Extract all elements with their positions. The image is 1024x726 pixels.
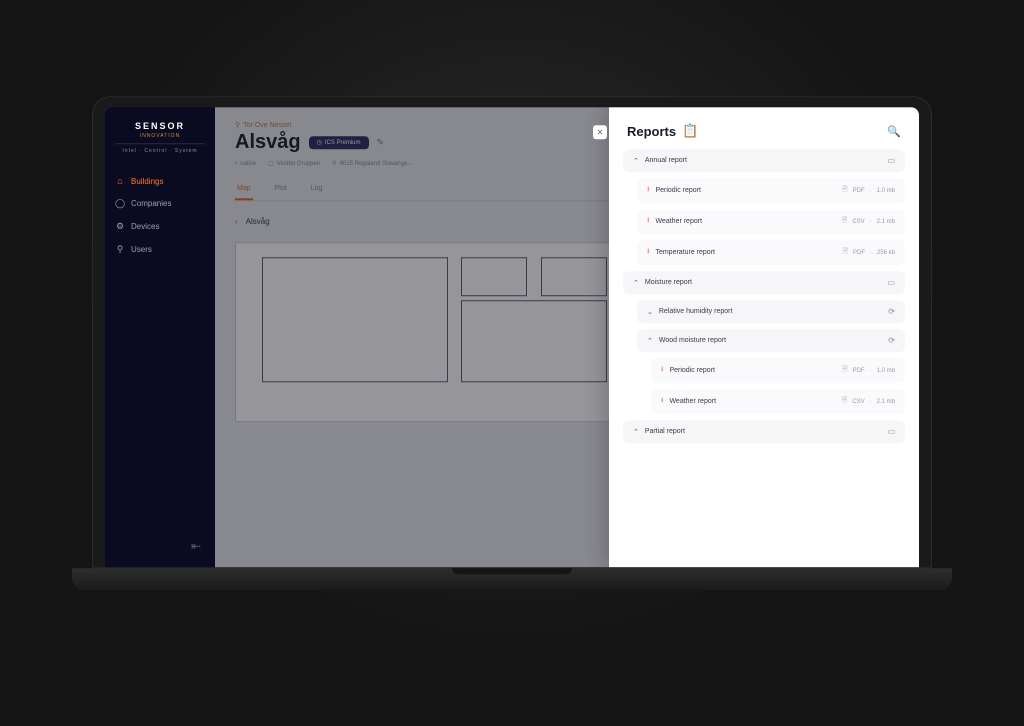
chevron-icon: ⌃ <box>633 157 639 165</box>
file-size: 1.0 mb <box>877 188 895 194</box>
report-group[interactable]: ⌄ Relative humidity report ⟳ <box>637 300 905 323</box>
document-icon: 🗎 <box>842 396 848 407</box>
clipboard-icon: 📋 <box>682 123 698 139</box>
file-size: 256 kb <box>877 250 895 256</box>
folder-icon: ⟳ <box>888 336 895 345</box>
group-label: Relative humidity report <box>659 308 733 315</box>
file-label: Temperature report <box>655 249 715 256</box>
nav-icon: ⌂ <box>115 176 125 186</box>
reports-panel: ✕ Reports 📋 🔍 ⌃Annual report▭⭳Periodic r… <box>609 107 919 567</box>
download-icon[interactable]: ⭳ <box>647 216 649 227</box>
file-label: Weather report <box>669 398 716 405</box>
group-label: Wood moisture report <box>659 337 726 344</box>
file-label: Periodic report <box>655 187 701 194</box>
logo-tag: Intel · Control · System <box>115 143 205 154</box>
download-icon[interactable]: ⭳ <box>647 185 649 196</box>
sidebar: SENSOR INNOVATION Intel · Control · Syst… <box>105 107 215 567</box>
folder-icon: ▭ <box>887 427 895 436</box>
download-icon[interactable]: ⭳ <box>647 247 649 258</box>
sidebar-item-users[interactable]: ⚲Users <box>115 244 205 255</box>
file-size: 1.0 mb <box>877 368 895 374</box>
folder-icon: ▭ <box>887 278 895 287</box>
nav-icon: ⚙ <box>115 221 125 232</box>
sidebar-item-devices[interactable]: ⚙Devices <box>115 221 205 232</box>
chevron-icon: ⌃ <box>647 337 653 345</box>
folder-icon: ⟳ <box>888 307 895 316</box>
file-format: PDF <box>853 188 865 194</box>
file-format: CSV <box>852 399 864 405</box>
file-format: PDF <box>853 250 865 256</box>
chevron-icon: ⌄ <box>647 308 653 316</box>
report-group[interactable]: ⌃ Annual report ▭ <box>623 149 905 172</box>
file-size: 2.1 mb <box>877 399 895 405</box>
collapse-sidebar-icon[interactable]: ⇤ <box>115 539 205 553</box>
sidebar-item-companies[interactable]: ◯Companies <box>115 198 205 209</box>
report-group[interactable]: ⌃ Wood moisture report ⟳ <box>637 329 905 352</box>
download-icon[interactable]: ⭳ <box>661 396 663 407</box>
logo-name: SENSOR <box>115 121 205 131</box>
chevron-icon: ⌃ <box>633 279 639 287</box>
nav-icon: ◯ <box>115 198 125 209</box>
chevron-icon: ⌃ <box>633 428 639 436</box>
report-file[interactable]: ⭳Periodic report🗎PDF·1.0 mb <box>651 358 905 383</box>
document-icon: 🗎 <box>842 365 848 376</box>
nav-icon: ⚲ <box>115 244 125 255</box>
group-label: Partial report <box>645 428 685 435</box>
search-icon[interactable]: 🔍 <box>887 125 901 138</box>
download-icon[interactable]: ⭳ <box>661 365 663 376</box>
group-label: Moisture report <box>645 279 692 286</box>
report-file[interactable]: ⭳Weather report🗎CSV·2.1 mb <box>637 209 905 234</box>
report-file[interactable]: ⭳Weather report🗎CSV·2.1 mb <box>651 389 905 414</box>
document-icon: 🗎 <box>842 247 848 258</box>
report-group[interactable]: ⌃ Moisture report ▭ <box>623 271 905 294</box>
file-format: PDF <box>853 368 865 374</box>
logo-sub: INNOVATION <box>115 133 205 139</box>
report-file[interactable]: ⭳Periodic report🗎PDF·1.0 mb <box>637 178 905 203</box>
sidebar-item-buildings[interactable]: ⌂Buildings <box>115 176 205 186</box>
group-label: Annual report <box>645 157 687 164</box>
file-size: 2.1 mb <box>877 219 895 225</box>
report-group[interactable]: ⌃ Partial report ▭ <box>623 420 905 443</box>
close-panel-button[interactable]: ✕ <box>593 125 607 139</box>
report-file[interactable]: ⭳Temperature report🗎PDF·256 kb <box>637 240 905 265</box>
main-content: ⚲ Tor Ove Nesset Alsvåg ◷ ICS Premium ✎ … <box>215 107 919 567</box>
panel-title: Reports <box>627 124 676 139</box>
file-label: Periodic report <box>669 367 715 374</box>
document-icon: 🗎 <box>842 185 848 196</box>
file-label: Weather report <box>655 218 702 225</box>
document-icon: 🗎 <box>842 216 848 227</box>
file-format: CSV <box>852 219 864 225</box>
folder-icon: ▭ <box>887 156 895 165</box>
